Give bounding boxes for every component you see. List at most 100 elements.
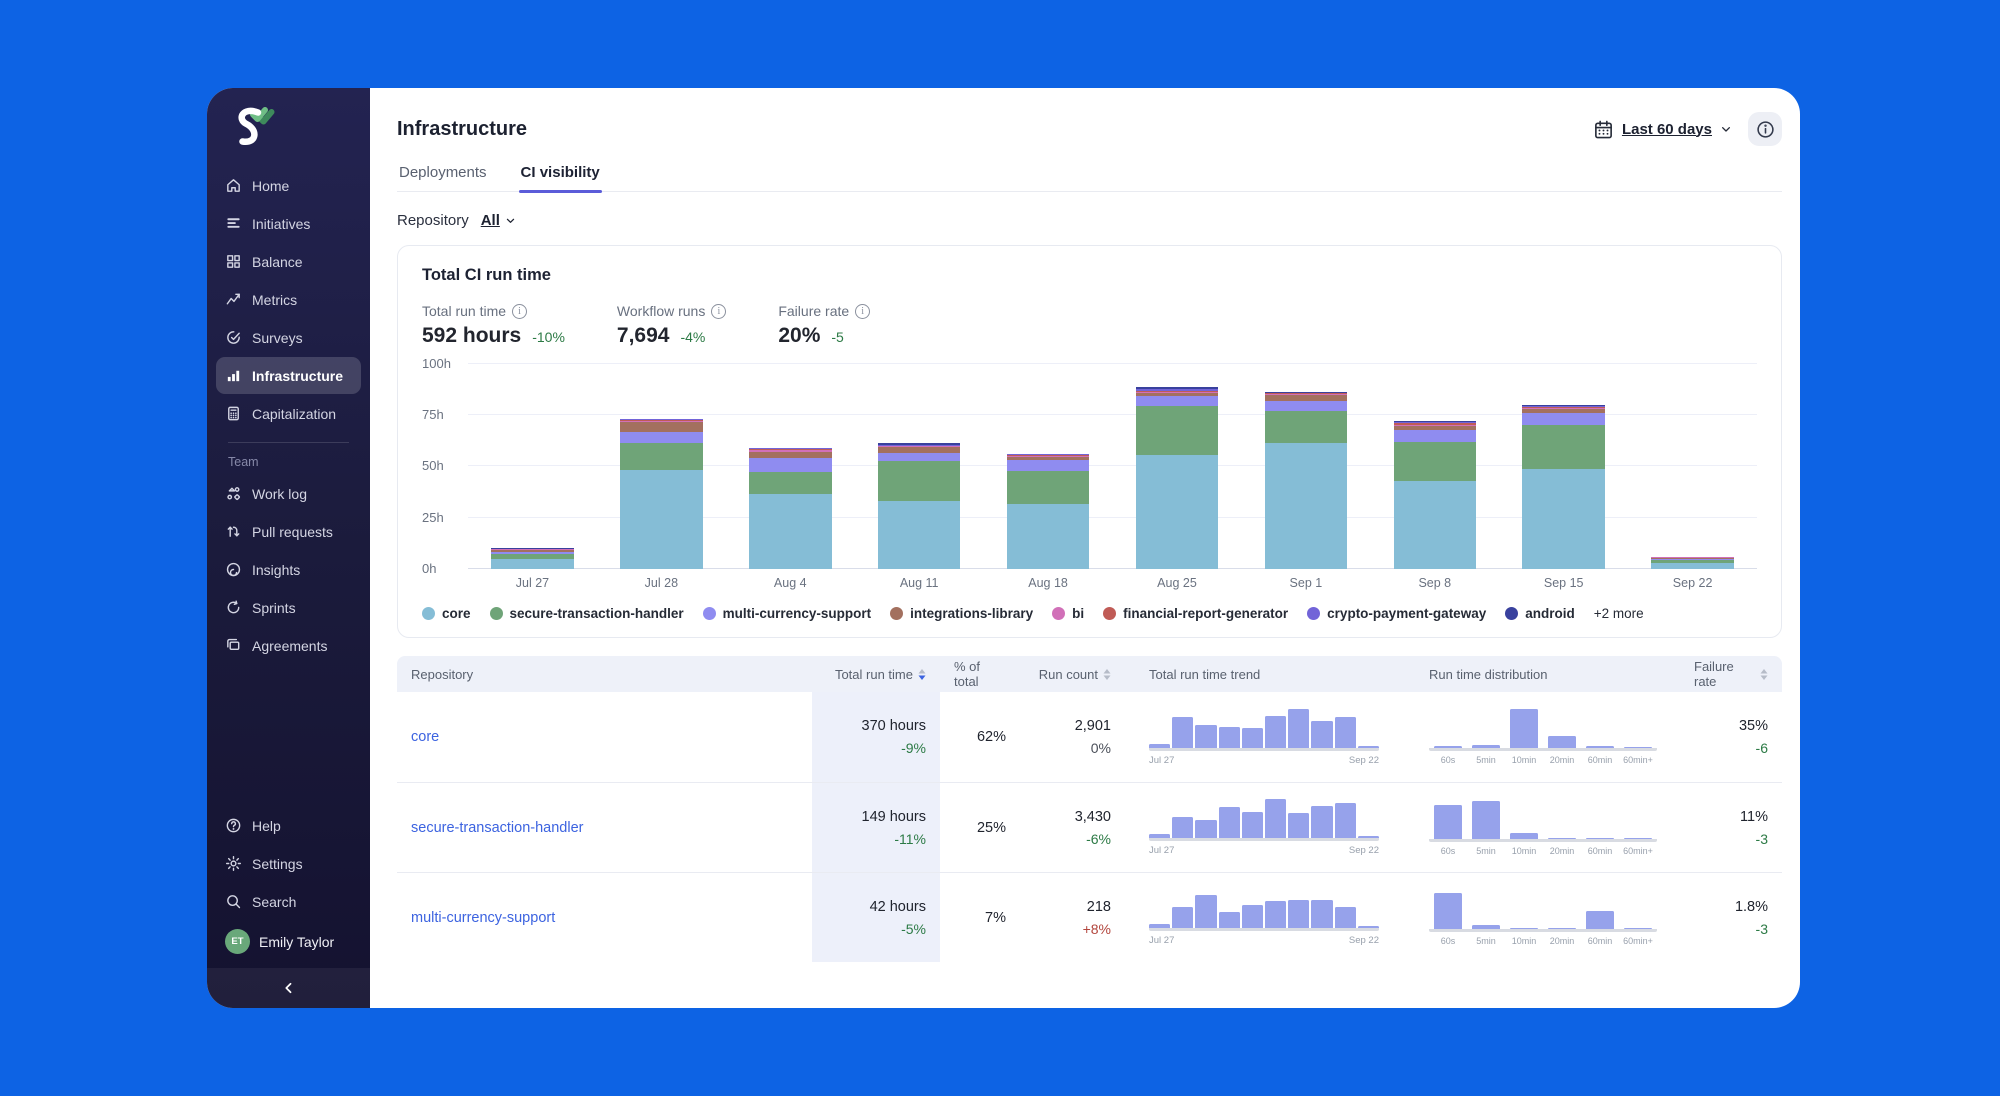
distribution-bin-label: 10min xyxy=(1505,755,1543,765)
sidebar-item-insights[interactable]: Insights xyxy=(216,551,361,588)
stat-failure-rate: Failure ratei20%-5 xyxy=(778,303,870,348)
stat-total-run-time: Total run timei592 hours-10% xyxy=(422,303,565,348)
distribution-bin-label: 60min xyxy=(1581,936,1619,946)
legend-item-secure-transaction-handler[interactable]: secure-transaction-handler xyxy=(490,606,684,621)
sidebar-item-metrics[interactable]: Metrics xyxy=(216,281,361,318)
total-run-time-change: -11% xyxy=(826,831,926,847)
distribution-bin-label: 20min xyxy=(1543,755,1581,765)
sidebar-item-pull-requests[interactable]: Pull requests xyxy=(216,513,361,550)
bar-segment-multi-currency-support xyxy=(749,458,832,471)
repo-link[interactable]: secure-transaction-handler xyxy=(411,820,583,836)
home-icon xyxy=(225,177,242,194)
repo-link[interactable]: multi-currency-support xyxy=(411,910,555,926)
run-time-distribution-histogram: 60s5min10min20min60min60min+ xyxy=(1429,709,1657,765)
sidebar-item-home[interactable]: Home xyxy=(216,167,361,204)
legend-more-link[interactable]: +2 more xyxy=(1594,606,1644,621)
column-header-total-run-time[interactable]: Total run time xyxy=(812,667,940,682)
sidebar-collapse-button[interactable] xyxy=(207,968,370,1008)
legend-item-financial-report-generator[interactable]: financial-report-generator xyxy=(1103,606,1288,621)
x-tick-label: Sep 15 xyxy=(1499,576,1628,590)
sidebar-item-balance[interactable]: Balance xyxy=(216,243,361,280)
table-body: core370 hours-9%62%2,9010%Jul 27Sep 2260… xyxy=(397,692,1782,962)
sidebar-item-initiatives[interactable]: Initiatives xyxy=(216,205,361,242)
distribution-bin-label: 60min+ xyxy=(1619,846,1657,856)
column-header-run-count[interactable]: Run count xyxy=(1020,667,1125,682)
trend-end-label: Sep 22 xyxy=(1349,935,1379,946)
user-name: Emily Taylor xyxy=(259,934,334,950)
repository-filter-value: All xyxy=(481,212,500,229)
distribution-bin-label: 10min xyxy=(1505,846,1543,856)
sidebar-item-label: Pull requests xyxy=(252,524,333,540)
trend-start-label: Jul 27 xyxy=(1149,755,1174,766)
bar-segment-secure-transaction-handler xyxy=(749,472,832,495)
run-time-distribution-histogram: 60s5min10min20min60min60min+ xyxy=(1429,800,1657,856)
column-header-total-run-time-trend: Total run time trend xyxy=(1125,667,1405,682)
stacked-bar-aug-18 xyxy=(1007,454,1090,569)
repo-link[interactable]: core xyxy=(411,729,439,745)
repository-filter-dropdown[interactable]: All xyxy=(481,212,516,229)
table-row: core370 hours-9%62%2,9010%Jul 27Sep 2260… xyxy=(397,692,1782,782)
trend-sparkline: Jul 27Sep 22 xyxy=(1149,709,1379,766)
info-icon[interactable]: i xyxy=(512,304,527,319)
sidebar-item-sprints[interactable]: Sprints xyxy=(216,589,361,626)
sidebar-item-settings[interactable]: Settings xyxy=(216,845,361,882)
bar-segment-secure-transaction-handler xyxy=(1136,406,1219,455)
info-icon[interactable]: i xyxy=(855,304,870,319)
table-row: multi-currency-support42 hours-5%7%218+8… xyxy=(397,872,1782,962)
y-tick-label: 25h xyxy=(422,510,444,525)
y-tick-label: 100h xyxy=(422,356,451,371)
bar-segment-secure-transaction-handler xyxy=(878,461,961,501)
bar-segment-core xyxy=(1394,481,1477,569)
sidebar-item-help[interactable]: Help xyxy=(216,807,361,844)
table-row: secure-transaction-handler149 hours-11%2… xyxy=(397,782,1782,872)
date-range-picker[interactable]: Last 60 days xyxy=(1593,119,1732,140)
legend-item-core[interactable]: core xyxy=(422,606,471,621)
bar-segment-secure-transaction-handler xyxy=(1007,471,1090,505)
column-header-label: % of total xyxy=(954,659,1006,689)
bar-segment-multi-currency-support xyxy=(620,432,703,443)
sidebar-item-infrastructure[interactable]: Infrastructure xyxy=(216,357,361,394)
sidebar-item-work-log[interactable]: Work log xyxy=(216,475,361,512)
swarmia-logo xyxy=(207,88,370,165)
stacked-bar-aug-25 xyxy=(1136,387,1219,569)
sidebar-item-label: Settings xyxy=(252,856,303,872)
user-menu[interactable]: ETEmily Taylor xyxy=(216,921,361,962)
stacked-bar-sep-22 xyxy=(1651,557,1734,569)
calendar-icon xyxy=(1593,119,1614,140)
legend-dot xyxy=(890,607,903,620)
repositories-table: RepositoryTotal run time% of totalRun co… xyxy=(397,656,1782,962)
sidebar-item-surveys[interactable]: Surveys xyxy=(216,319,361,356)
trend-sparkline: Jul 27Sep 22 xyxy=(1149,889,1379,946)
legend-item-integrations-library[interactable]: integrations-library xyxy=(890,606,1033,621)
column-header-run-time-distribution: Run time distribution xyxy=(1405,667,1680,682)
legend-item-android[interactable]: android xyxy=(1505,606,1575,621)
column-header-failure-rate[interactable]: Failure rate xyxy=(1680,659,1782,689)
sidebar-item-search[interactable]: Search xyxy=(216,883,361,920)
page-info-button[interactable] xyxy=(1748,112,1782,146)
legend-item-multi-currency-support[interactable]: multi-currency-support xyxy=(703,606,872,621)
sidebar-item-label: Search xyxy=(252,894,296,910)
help-icon xyxy=(225,817,242,834)
sort-icon xyxy=(1760,669,1768,680)
legend-label: multi-currency-support xyxy=(723,606,872,621)
sidebar-item-agreements[interactable]: Agreements xyxy=(216,627,361,664)
tab-ci-visibility[interactable]: CI visibility xyxy=(519,164,602,191)
distribution-bin-label: 10min xyxy=(1505,936,1543,946)
sidebar-nav: HomeInitiativesBalanceMetricsSurveysInfr… xyxy=(207,165,370,665)
sidebar-item-label: Insights xyxy=(252,562,300,578)
sidebar: HomeInitiativesBalanceMetricsSurveysInfr… xyxy=(207,88,370,1008)
chevron-down-icon xyxy=(505,215,516,226)
stat-value: 20% xyxy=(778,324,820,348)
x-tick-label: Aug 11 xyxy=(855,576,984,590)
bar-segment-multi-currency-support xyxy=(1136,396,1219,406)
info-icon[interactable]: i xyxy=(711,304,726,319)
bar-segment-core xyxy=(620,470,703,569)
chart-x-axis: Jul 27Jul 28Aug 4Aug 11Aug 18Aug 25Sep 1… xyxy=(468,576,1757,590)
sidebar-item-label: Work log xyxy=(252,486,307,502)
legend-item-crypto-payment-gateway[interactable]: crypto-payment-gateway xyxy=(1307,606,1486,621)
sidebar-item-capitalization[interactable]: Capitalization xyxy=(216,395,361,432)
tab-deployments[interactable]: Deployments xyxy=(397,164,489,191)
run-time-distribution-histogram: 60s5min10min20min60min60min+ xyxy=(1429,890,1657,946)
column-header-%-of-total: % of total xyxy=(940,659,1020,689)
legend-item-bi[interactable]: bi xyxy=(1052,606,1084,621)
